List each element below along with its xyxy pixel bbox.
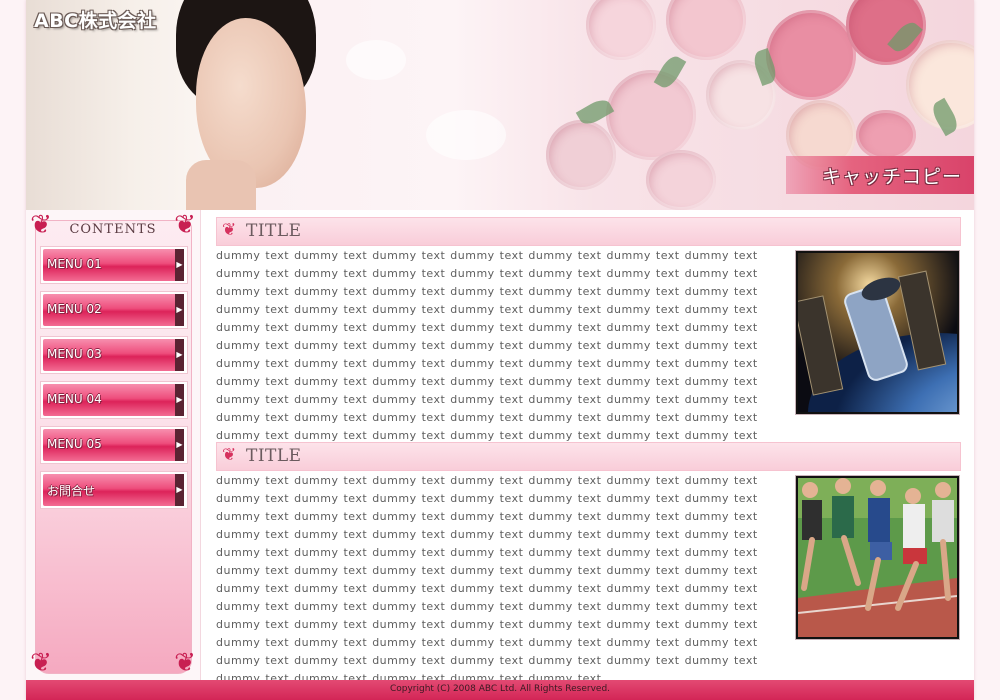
rose-image bbox=[646, 150, 716, 210]
copyright-text: Copyright (C) 2008 ABC Ltd. All Rights R… bbox=[389, 684, 611, 694]
rose-image bbox=[586, 0, 656, 60]
menu-button[interactable]: MENU 03 ▶ bbox=[43, 339, 184, 371]
arrow-right-icon: ▶ bbox=[175, 249, 184, 281]
menu-label: MENU 04 bbox=[47, 392, 102, 406]
content-section-1: ❦ TITLE dummy text dummy text dummy text… bbox=[216, 217, 961, 460]
space-telescope-photo bbox=[795, 250, 960, 415]
menu-label: MENU 03 bbox=[47, 347, 102, 361]
company-name[interactable]: ABC株式会社 bbox=[34, 6, 157, 33]
menu-item-05[interactable]: MENU 05 ▶ bbox=[40, 426, 188, 464]
sparkle-decoration bbox=[426, 110, 506, 160]
sparkle-decoration bbox=[346, 40, 406, 80]
section-body-text: dummy text dummy text dummy text dummy t… bbox=[216, 474, 758, 685]
arrow-right-icon: ▶ bbox=[175, 384, 184, 416]
ornament-corner-icon: ❦ bbox=[30, 648, 52, 678]
rose-image bbox=[606, 70, 696, 160]
menu-item-contact[interactable]: お問合せ ▶ bbox=[40, 471, 188, 509]
ornament-icon: ❦ bbox=[222, 220, 237, 240]
menu-item-04[interactable]: MENU 04 ▶ bbox=[40, 381, 188, 419]
section-body-text: dummy text dummy text dummy text dummy t… bbox=[216, 249, 758, 460]
space-telescope-image bbox=[798, 253, 957, 412]
content-section-2: ❦ TITLE dummy text dummy text dummy text… bbox=[216, 442, 961, 685]
ornament-corner-icon: ❦ bbox=[174, 648, 196, 678]
arrow-right-icon: ▶ bbox=[175, 474, 184, 506]
header-banner: ABC株式会社 キャッチコピー bbox=[26, 0, 974, 210]
menu-item-02[interactable]: MENU 02 ▶ bbox=[40, 291, 188, 329]
sidebar: ❦ ❦ ❦ ❦ CONTENTS MENU 01 ▶ MENU 02 ▶ MEN… bbox=[26, 210, 200, 680]
catch-copy-banner: キャッチコピー bbox=[786, 156, 974, 194]
rose-image bbox=[666, 0, 746, 60]
menu-button[interactable]: お問合せ ▶ bbox=[43, 474, 184, 506]
rose-image bbox=[546, 120, 616, 190]
runners-image bbox=[798, 478, 957, 637]
menu-button[interactable]: MENU 01 ▶ bbox=[43, 249, 184, 281]
footer: Copyright (C) 2008 ABC Ltd. All Rights R… bbox=[26, 680, 974, 700]
runners-photo bbox=[795, 475, 960, 640]
section-title: TITLE bbox=[246, 446, 302, 466]
menu-label: MENU 05 bbox=[47, 437, 102, 451]
menu-item-01[interactable]: MENU 01 ▶ bbox=[40, 246, 188, 284]
menu-button[interactable]: MENU 05 ▶ bbox=[43, 429, 184, 461]
menu-label: お問合せ bbox=[47, 484, 96, 498]
rose-image bbox=[766, 10, 856, 100]
menu-item-03[interactable]: MENU 03 ▶ bbox=[40, 336, 188, 374]
menu-button[interactable]: MENU 04 ▶ bbox=[43, 384, 184, 416]
section-title: TITLE bbox=[246, 221, 302, 241]
section-title-bar: ❦ TITLE bbox=[216, 217, 961, 246]
main-content: ❦ TITLE dummy text dummy text dummy text… bbox=[200, 210, 975, 685]
ornament-icon: ❦ bbox=[222, 445, 237, 465]
page: ABC株式会社 キャッチコピー ❦ ❦ ❦ ❦ CONTENTS MENU 01… bbox=[26, 0, 974, 700]
menu-label: MENU 02 bbox=[47, 302, 102, 316]
arrow-right-icon: ▶ bbox=[175, 429, 184, 461]
menu-button[interactable]: MENU 02 ▶ bbox=[43, 294, 184, 326]
contents-heading: CONTENTS bbox=[69, 222, 157, 237]
arrow-right-icon: ▶ bbox=[175, 294, 184, 326]
menu-label: MENU 01 bbox=[47, 257, 102, 271]
section-title-bar: ❦ TITLE bbox=[216, 442, 961, 471]
arrow-right-icon: ▶ bbox=[175, 339, 184, 371]
catch-copy-text: キャッチコピー bbox=[821, 166, 962, 188]
bride-neck-image bbox=[186, 160, 256, 210]
rose-image bbox=[856, 110, 916, 160]
